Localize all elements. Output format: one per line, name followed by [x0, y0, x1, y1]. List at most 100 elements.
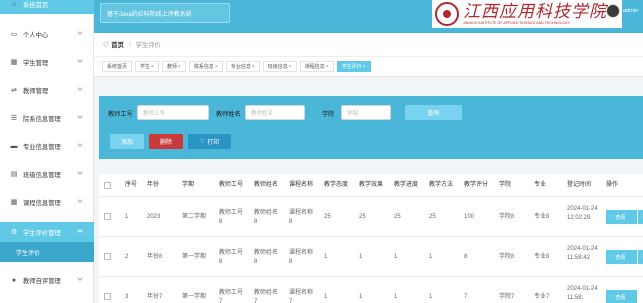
cell-course: 课程名称8: [289, 210, 314, 225]
close-icon[interactable]: ×: [178, 64, 181, 70]
view-button-label: 查看: [615, 214, 626, 221]
close-icon[interactable]: ×: [215, 64, 218, 70]
tab-label: 学生评价: [341, 64, 362, 70]
cell-course: 课程名称7: [289, 290, 314, 303]
cell-major: 专业7: [534, 294, 550, 300]
breadcrumb-home[interactable]: 首页: [111, 40, 124, 49]
sidebar-item-classes[interactable]: ▤ 班级信息管理: [0, 164, 94, 184]
logo-english-name: JIANGXI INSTITUTE OF APPLIED SCIENCE AND…: [463, 20, 570, 25]
sidebar-item-home[interactable]: ⌂ 系统首页: [0, 0, 94, 14]
teacher-name-label: 教师姓名: [216, 111, 241, 118]
row-checkbox[interactable]: [104, 253, 111, 260]
view-button[interactable]: ♡ 查看: [606, 290, 637, 303]
tab-label: 教师: [166, 64, 177, 70]
cell-college: 学院8: [499, 254, 515, 260]
table-row: 1 2023 第二学期 教师工号8 教师姓名8 课程名称8 25 25 25 2…: [99, 197, 643, 237]
tab-teachers[interactable]: 教师 ×: [161, 61, 186, 72]
col-header: 专业: [534, 182, 547, 188]
col-header: 教学效果: [359, 182, 384, 188]
col-header: 学期: [182, 182, 195, 188]
row-checkbox[interactable]: [104, 293, 111, 300]
col-header: 序号: [125, 182, 138, 188]
tab-home[interactable]: 系统首页: [102, 61, 133, 72]
cell-effect: 1: [359, 254, 363, 260]
sidebar-item-label: 教师管理: [23, 87, 49, 95]
heart-icon: ♡: [609, 294, 614, 300]
avatar[interactable]: [606, 4, 620, 18]
cell-teacher-no: 教师工号8: [219, 250, 244, 265]
sidebar-item-student-evaluation[interactable]: ⚙ 学生评价管理: [0, 222, 94, 242]
cell-effect: 25: [359, 214, 366, 220]
sidebar-item-majors[interactable]: ▬ 专业信息管理: [0, 136, 94, 156]
cell-progress: 1: [394, 294, 398, 300]
close-icon[interactable]: ×: [326, 64, 329, 70]
cell-score: 7: [464, 294, 468, 300]
close-icon[interactable]: ×: [151, 64, 154, 70]
cell-method: 25: [429, 214, 436, 220]
sidebar-item-departments[interactable]: ☰ 院系信息管理: [0, 108, 94, 128]
breadcrumb: ♡ 首页 / 学生评价: [94, 33, 643, 57]
grid-icon: ▦: [10, 199, 18, 206]
edit-button[interactable]: ♡: [638, 210, 643, 224]
cell-score: 100: [464, 214, 475, 220]
select-all-checkbox[interactable]: [104, 182, 111, 189]
user-card-icon: ▭: [10, 31, 18, 38]
tab-label: 院系信息: [193, 64, 214, 70]
heart-icon: ♡: [199, 139, 206, 145]
query-button[interactable]: 查询: [405, 105, 462, 120]
cell-time: 2024-01-24 11:58:: [567, 286, 598, 301]
tab-label: 课程信息: [304, 64, 325, 70]
view-button-label: 查看: [615, 294, 626, 301]
sidebar-item-profile[interactable]: ▭ 个人中心: [0, 24, 94, 44]
col-header: 课程名称: [289, 182, 314, 188]
cell-method: 1: [429, 294, 433, 300]
view-button-label: 查看: [615, 254, 626, 261]
cell-method: 1: [429, 254, 433, 260]
sidebar-item-teacher-self-evaluation[interactable]: ● 教师自评管理: [0, 270, 94, 290]
chevron-up-icon: [77, 229, 83, 235]
tab-student-evaluation[interactable]: 学生评价 ×: [336, 61, 371, 72]
tab-departments[interactable]: 院系信息 ×: [188, 61, 223, 72]
username[interactable]: admin: [623, 8, 638, 14]
print-button[interactable]: ♡ 打印: [188, 134, 231, 149]
sidebar-subitem-student-evaluation[interactable]: 学生评价: [0, 242, 94, 262]
view-button[interactable]: ♡ 查看: [606, 250, 637, 264]
close-icon[interactable]: ×: [363, 64, 366, 70]
school-seal-icon: [435, 2, 459, 26]
cell-year: 年份7: [147, 294, 163, 300]
tab-courses[interactable]: 课程信息 ×: [299, 61, 334, 72]
teacher-name-input[interactable]: 教师姓名: [245, 105, 305, 120]
college-input[interactable]: 学院: [341, 105, 391, 120]
tab-label: 班级信息: [267, 64, 288, 70]
cell-progress: 1: [394, 254, 398, 260]
school-logo: 江西应用科技学院 JIANGXI INSTITUTE OF APPLIED SC…: [432, 0, 622, 28]
add-button[interactable]: 添加: [110, 134, 144, 149]
edit-button[interactable]: ♡: [638, 250, 643, 264]
sidebar-item-courses[interactable]: ▦ 课程信息管理: [0, 192, 94, 212]
tab-classes[interactable]: 班级信息 ×: [262, 61, 297, 72]
home-icon: ⌂: [11, 0, 17, 8]
heart-icon: ♡: [609, 214, 614, 220]
chevron-down-icon: [77, 85, 83, 91]
sidebar-item-label: 专业信息管理: [23, 143, 61, 151]
sidebar-item-label: 学生管理: [23, 59, 49, 67]
breadcrumb-current: 学生评价: [135, 42, 161, 49]
row-checkbox[interactable]: [104, 213, 111, 220]
sidebar: ⌂ 系统首页 ▭ 个人中心 ▦ 学生管理 ⇌ 教师管理 ☰ 院系信息管理 ▬ 专…: [0, 0, 94, 303]
cell-teacher-name: 教师姓名7: [254, 290, 279, 303]
col-header: 教师姓名: [254, 182, 279, 188]
tab-majors[interactable]: 专业信息 ×: [225, 61, 260, 72]
view-button[interactable]: ♡ 查看: [606, 210, 637, 224]
evaluation-table: 序号 年份 学期 教师工号 教师姓名 课程名称 教学态度 教学效果 教学进度 教…: [99, 174, 643, 303]
close-icon[interactable]: ×: [289, 64, 292, 70]
tab-students[interactable]: 学生 ×: [135, 61, 159, 72]
chevron-down-icon: [77, 275, 83, 281]
close-icon[interactable]: ×: [252, 64, 255, 70]
cell-year: 年份8: [147, 254, 163, 260]
sidebar-item-students[interactable]: ▦ 学生管理: [0, 52, 94, 72]
cell-time: 2024-01-24 11:58:42: [567, 246, 598, 261]
chevron-down-icon: [77, 113, 83, 119]
sidebar-item-teachers[interactable]: ⇌ 教师管理: [0, 80, 94, 100]
teacher-no-input[interactable]: 教师工号: [137, 105, 209, 120]
delete-button[interactable]: 删除: [149, 134, 183, 149]
